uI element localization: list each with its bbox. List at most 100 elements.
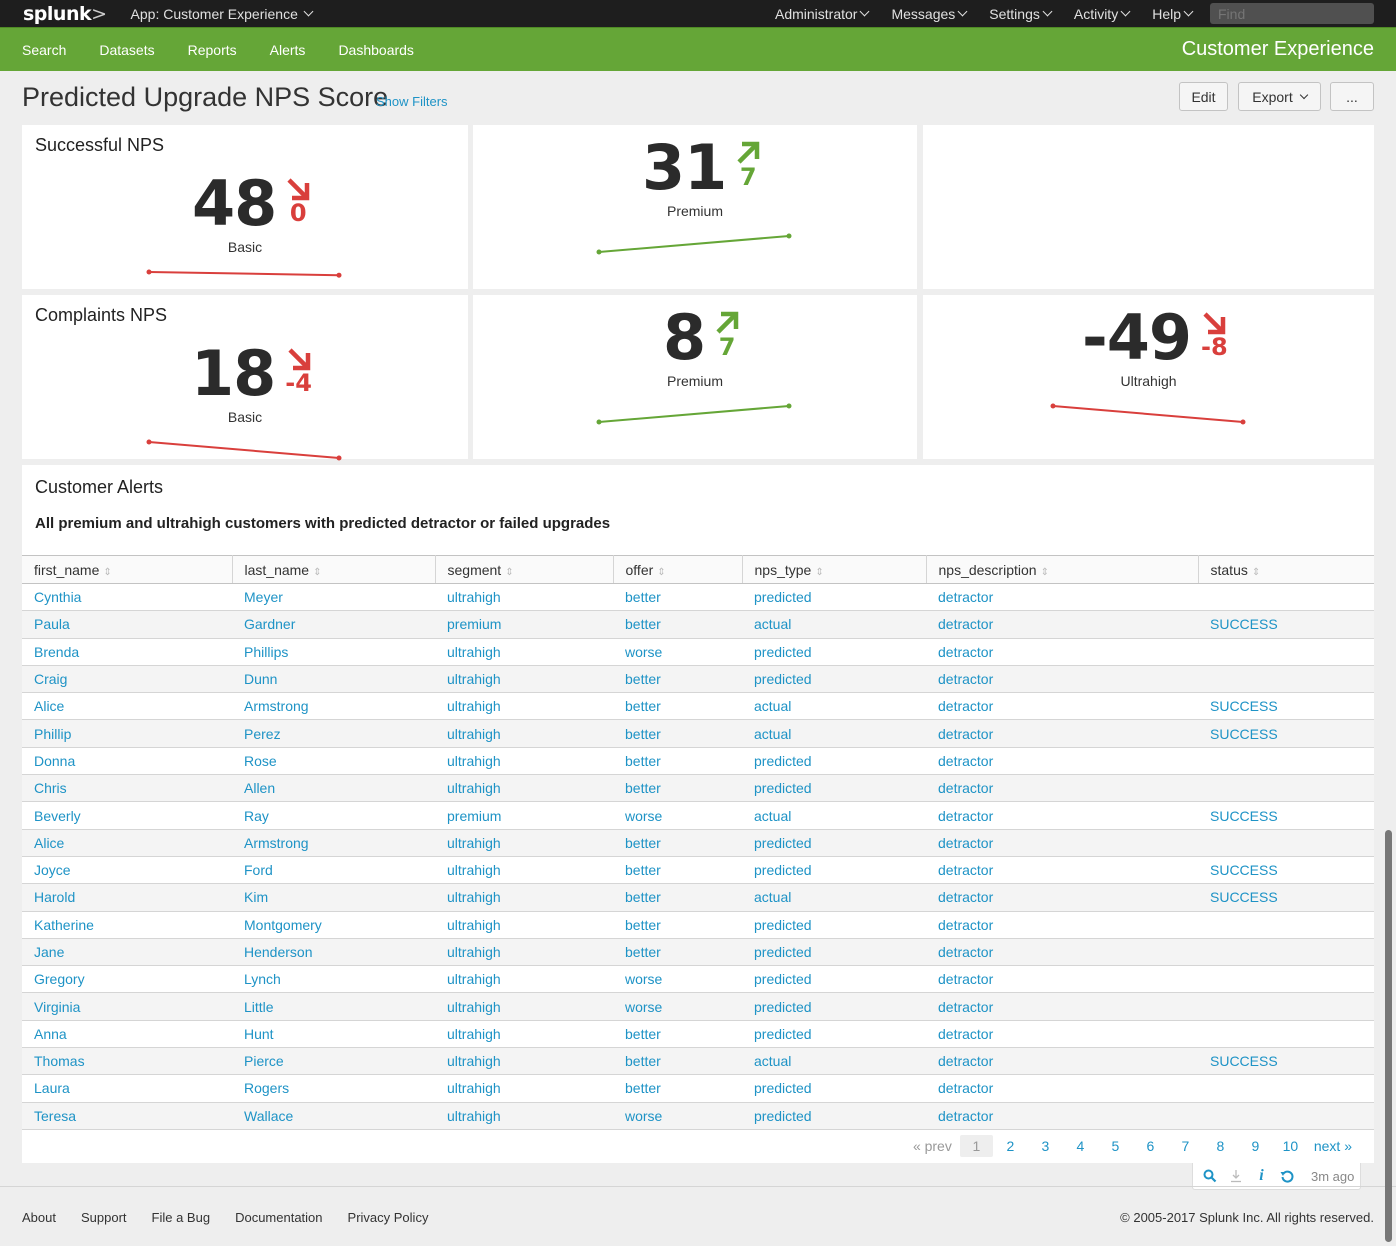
cell-segment[interactable]: ultrahigh [435,665,613,694]
footer-link-privacy-policy[interactable]: Privacy Policy [348,1210,429,1225]
cell-last-name[interactable]: Rogers [232,1074,435,1103]
table-row[interactable]: Chris Allen ultrahigh better predicted detrac… [22,774,1374,803]
cell-offer[interactable]: better [613,610,742,639]
pager-page-5[interactable]: 5 [1098,1138,1133,1154]
cell-last-name[interactable]: Meyer [232,583,435,612]
table-row[interactable]: Phillip Perez ultrahigh better actual detract… [22,719,1374,748]
cell-first-name[interactable]: Alice [22,829,232,857]
cell-nps-description[interactable]: detractor [926,747,1198,776]
cell-nps-description[interactable]: detractor [926,938,1198,967]
footer-link-file-a-bug[interactable]: File a Bug [152,1210,211,1225]
cell-offer[interactable]: better [613,583,742,612]
find-input[interactable] [1210,3,1374,24]
cell-offer[interactable]: better [613,747,742,776]
cell-first-name[interactable]: Paula [22,610,232,639]
footer-link-support[interactable]: Support [81,1210,127,1225]
cell-first-name[interactable]: Chris [22,774,232,803]
cell-nps-description[interactable]: detractor [926,883,1198,912]
cell-nps-type[interactable]: predicted [742,938,926,967]
cell-segment[interactable]: ultrahigh [435,1102,613,1130]
cell-first-name[interactable]: Gregory [22,965,232,994]
cell-offer[interactable]: better [613,1047,742,1076]
cell-offer[interactable]: better [613,938,742,967]
pager-page-6[interactable]: 6 [1133,1138,1168,1154]
cell-segment[interactable]: ultrahigh [435,747,613,776]
menu-activity[interactable]: Activity [1074,6,1131,22]
cell-nps-description[interactable]: detractor [926,665,1198,694]
pager-page-2[interactable]: 2 [993,1138,1028,1154]
menu-settings[interactable]: Settings [989,6,1053,22]
cell-last-name[interactable]: Rose [232,747,435,776]
pager-page-10[interactable]: 10 [1273,1138,1308,1154]
info-icon[interactable]: i [1253,1167,1270,1185]
pager-page-8[interactable]: 8 [1203,1138,1238,1154]
pager-page-4[interactable]: 4 [1063,1138,1098,1154]
cell-segment[interactable]: ultrahigh [435,829,613,857]
table-row[interactable]: Donna Rose ultrahigh better predicted detract… [22,747,1374,776]
cell-segment[interactable]: ultrahigh [435,965,613,994]
cell-segment[interactable]: ultrahigh [435,774,613,803]
cell-first-name[interactable]: Teresa [22,1102,232,1130]
column-header-offer[interactable]: offer ⇕ [613,555,743,584]
table-row[interactable]: Craig Dunn ultrahigh better predicted detract… [22,665,1374,694]
cell-offer[interactable]: worse [613,801,742,830]
table-row[interactable]: Brenda Phillips ultrahigh worse predicted det… [22,638,1374,666]
cell-segment[interactable]: ultrahigh [435,883,613,912]
cell-first-name[interactable]: Katherine [22,911,232,939]
cell-last-name[interactable]: Armstrong [232,692,435,721]
single-value[interactable]: 48 0 [192,173,310,235]
cell-offer[interactable]: better [613,911,742,939]
export-button[interactable]: Export [1238,82,1321,111]
cell-status[interactable]: SUCCESS [1198,1047,1374,1076]
cell-nps-description[interactable]: detractor [926,992,1198,1021]
nav-alerts[interactable]: Alerts [270,42,306,58]
cell-nps-description[interactable]: detractor [926,719,1198,748]
cell-nps-description[interactable]: detractor [926,774,1198,803]
column-header-first-name[interactable]: first_name ⇕ [22,555,233,584]
cell-segment[interactable]: ultrahigh [435,1047,613,1076]
nav-datasets[interactable]: Datasets [99,42,154,58]
single-value[interactable]: 18 -4 [191,343,312,405]
cell-last-name[interactable]: Ford [232,856,435,885]
cell-offer[interactable]: better [613,856,742,885]
column-header-nps-description[interactable]: nps_description ⇕ [926,555,1199,584]
page-scrollbar[interactable] [1385,830,1392,1242]
refresh-icon[interactable] [1279,1168,1296,1185]
cell-nps-description[interactable]: detractor [926,829,1198,857]
cell-nps-type[interactable]: actual [742,719,926,748]
cell-offer[interactable]: better [613,1074,742,1103]
app-menu[interactable]: App: Customer Experience [131,6,314,22]
cell-last-name[interactable]: Wallace [232,1102,435,1130]
sort-icon[interactable]: ⇕ [505,567,513,578]
table-row[interactable]: Virginia Little ultrahigh worse predicted det… [22,992,1374,1021]
cell-last-name[interactable]: Phillips [232,638,435,666]
pager-next[interactable]: next » [1314,1138,1352,1154]
cell-status[interactable]: SUCCESS [1198,883,1374,912]
cell-segment[interactable]: ultrahigh [435,938,613,967]
sort-icon[interactable]: ⇕ [815,567,823,578]
cell-status[interactable]: SUCCESS [1198,719,1374,748]
cell-last-name[interactable]: Armstrong [232,829,435,857]
cell-nps-type[interactable]: predicted [742,856,926,885]
table-row[interactable]: Paula Gardner premium better actual detractor… [22,610,1374,639]
cell-last-name[interactable]: Gardner [232,610,435,639]
cell-segment[interactable]: ultrahigh [435,638,613,666]
cell-nps-type[interactable]: predicted [742,583,926,612]
column-header-segment[interactable]: segment ⇕ [435,555,614,584]
sort-icon[interactable]: ⇕ [313,567,321,578]
cell-last-name[interactable]: Henderson [232,938,435,967]
table-row[interactable]: Katherine Montgomery ultrahigh better predic… [22,911,1374,939]
cell-segment[interactable]: premium [435,610,613,639]
cell-nps-description[interactable]: detractor [926,965,1198,994]
cell-segment[interactable]: ultrahigh [435,692,613,721]
cell-nps-type[interactable]: predicted [742,965,926,994]
cell-nps-type[interactable]: predicted [742,1102,926,1130]
more-actions-button[interactable]: ... [1330,82,1374,111]
pager-page-7[interactable]: 7 [1168,1138,1203,1154]
cell-segment[interactable]: ultrahigh [435,583,613,612]
cell-last-name[interactable]: Dunn [232,665,435,694]
pager-page-9[interactable]: 9 [1238,1138,1273,1154]
cell-first-name[interactable]: Joyce [22,856,232,885]
cell-nps-type[interactable]: predicted [742,992,926,1021]
single-value[interactable]: 31 7 [642,137,760,199]
